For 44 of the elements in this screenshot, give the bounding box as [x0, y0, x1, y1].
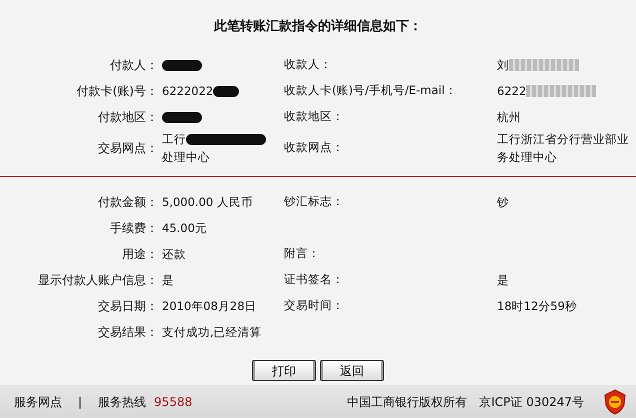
field-value: 是 [497, 272, 509, 289]
field-value: 钞 [497, 194, 509, 211]
field-label: 证书签名： [284, 271, 344, 288]
field-label: 交易结果： [98, 324, 158, 341]
shield-badge-icon [604, 388, 626, 414]
field-value: 支付成功,已经清算 [162, 324, 262, 341]
field-label: 收款地区： [284, 108, 344, 126]
divider-text: | [78, 394, 82, 410]
field-value: 6222022 [162, 83, 214, 100]
field-label: 付款卡(账)号： [76, 83, 158, 100]
field-value: 刘 [497, 57, 509, 74]
field-label: 收款网点： [284, 139, 344, 156]
back-button[interactable]: 返回 [320, 360, 384, 381]
field-label: 收款人卡(账)号/手机号/E-mail： [284, 82, 457, 100]
hotline-number: 95588 [154, 394, 192, 410]
field-label: 用途： [122, 246, 158, 263]
field-value: 杭州 [497, 109, 521, 126]
field-value: 18时12分59秒 [497, 298, 577, 315]
hotline-label: 服务热线 [98, 394, 146, 410]
field-value: 工行浙江省分行营业部业务处理中心 [497, 131, 630, 166]
field-label: 付款金额： [98, 194, 158, 211]
field-value: 45.00元 [162, 220, 207, 237]
field-value: 还款 [162, 246, 186, 263]
page-title: 此笔转账汇款指令的详细信息如下： [212, 18, 423, 36]
field-value: 2010年08月28日 [162, 298, 257, 315]
field-value: 处理中心 [162, 149, 210, 166]
field-value: 5,000.00 人民币 [162, 194, 253, 211]
field-label: 付款人： [110, 57, 158, 74]
field-value: 是 [162, 272, 174, 289]
field-label: 交易时间： [284, 297, 344, 314]
field-value: 6222 [497, 83, 526, 100]
print-button[interactable]: 打印 [252, 360, 316, 381]
copyright-text: 中国工商银行版权所有 [347, 394, 468, 410]
field-label: 显示付款人账户信息： [38, 272, 158, 289]
field-label: 交易网点： [98, 140, 158, 157]
field-label: 交易日期： [98, 298, 158, 315]
field-label: 手续费： [110, 220, 158, 237]
icp-text: 京ICP证 030247号 [479, 394, 584, 410]
service-link[interactable]: 服务网点 [14, 392, 62, 410]
field-label: 收款人： [284, 56, 332, 74]
field-label: 附言： [284, 245, 320, 262]
field-value: 工行 [162, 131, 186, 148]
field-label: 付款地区： [98, 109, 158, 126]
field-label: 钞汇标志： [284, 193, 344, 210]
